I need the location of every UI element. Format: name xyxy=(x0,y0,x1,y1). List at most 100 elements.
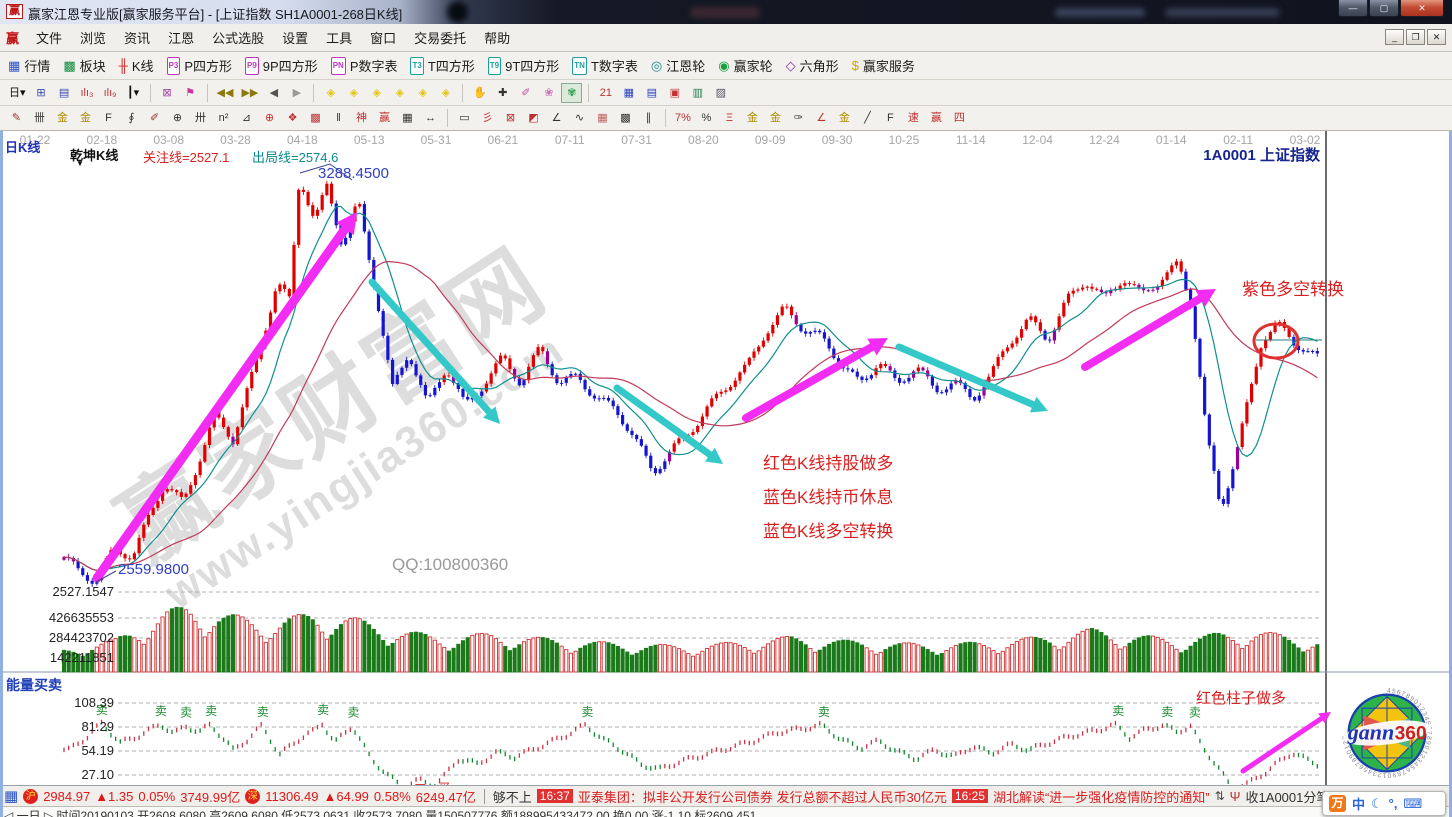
t-number-table-button[interactable]: TNT数字表 xyxy=(572,56,638,75)
winner-wheel-button[interactable]: ◉赢家轮 xyxy=(718,56,772,75)
gann-star-tool[interactable]: ❖ xyxy=(282,108,303,128)
menu-settings[interactable]: 设置 xyxy=(273,28,317,47)
winner-service-button[interactable]: $赢家服务 xyxy=(852,56,915,75)
time-marks-tool[interactable]: ‖ xyxy=(328,108,349,128)
target-circle-tool[interactable]: ⊕ xyxy=(259,108,280,128)
news-headline[interactable]: 亚泰集团：拟非公开发行公司债券 发行总额不超过人民币30亿元 xyxy=(578,787,947,806)
gold-bars-tool[interactable]: 金 xyxy=(765,108,786,128)
menu-tools[interactable]: 工具 xyxy=(317,28,361,47)
menu-help[interactable]: 帮助 xyxy=(475,28,519,47)
t9-square-button[interactable]: T99T四方形 xyxy=(488,56,560,75)
hexagon-button[interactable]: ◇六角形 xyxy=(786,56,839,75)
shen-tool[interactable]: 神 xyxy=(351,108,372,128)
four-grid-tool[interactable]: 四 xyxy=(949,108,970,128)
period-day-dropdown[interactable]: 日▾ xyxy=(6,83,29,103)
frame-tool[interactable]: ▭ xyxy=(454,108,475,128)
crosshair-button[interactable]: ✚ xyxy=(492,83,513,103)
gold-circle-tool[interactable]: 金 xyxy=(742,108,763,128)
web-grid-tool[interactable]: ▩ xyxy=(305,108,326,128)
gann-mark-button[interactable]: ⊠ xyxy=(157,83,178,103)
jump-last-button[interactable]: ▶▶ xyxy=(238,83,261,103)
minor-bars-9-button[interactable]: ılı₉ xyxy=(100,83,121,103)
jump-first-button[interactable]: ◀◀ xyxy=(214,83,237,103)
chart-window-button[interactable]: ⊞ xyxy=(31,83,52,103)
calculator-button[interactable]: ▦ xyxy=(618,83,639,103)
tally-grid-tool[interactable]: 卌 xyxy=(29,108,50,128)
square-number-tool[interactable]: n² xyxy=(213,108,234,128)
parallel-lines-tool[interactable]: ∥ xyxy=(638,108,659,128)
menu-news[interactable]: 资讯 xyxy=(115,28,159,47)
minor-bars-3-button[interactable]: ılı₃ xyxy=(77,83,98,103)
notebook-button[interactable]: ▤ xyxy=(641,83,662,103)
pencil-tool[interactable]: ✐ xyxy=(144,108,165,128)
child-restore-button[interactable]: ❐ xyxy=(1406,29,1425,45)
fine-grid-tool[interactable]: ▦ xyxy=(592,108,613,128)
strategy-tool-button[interactable]: ✾ xyxy=(561,83,582,103)
info-panel-button[interactable]: ▤ xyxy=(54,83,75,103)
close-button[interactable]: ✕ xyxy=(1400,0,1444,17)
candle-style-dropdown[interactable]: ┃▾ xyxy=(123,83,144,103)
p-square-button[interactable]: P3P四方形 xyxy=(167,56,232,75)
seven-percent-tool[interactable]: 7% xyxy=(672,108,694,128)
step-forward-button[interactable]: ▶ xyxy=(286,83,307,103)
diamond-expand-button[interactable]: ◈ xyxy=(412,83,433,103)
child-close-button[interactable]: ✕ xyxy=(1427,29,1446,45)
menu-window[interactable]: 窗口 xyxy=(361,28,405,47)
print-button[interactable]: ▨ xyxy=(710,83,731,103)
panel-period-label[interactable]: 日K线 xyxy=(5,137,40,156)
diamond-right-button[interactable]: ◈ xyxy=(343,83,364,103)
ime-method-icon[interactable]: 万 xyxy=(1329,795,1346,812)
angle-lines-tool[interactable]: ∠ xyxy=(546,108,567,128)
width-measure-tool[interactable]: ↔ xyxy=(420,108,441,128)
ying-slash-tool[interactable]: 赢 xyxy=(926,108,947,128)
market-quotes-button[interactable]: ▦行情 xyxy=(8,56,50,75)
percent-tool[interactable]: % xyxy=(696,108,717,128)
menu-file[interactable]: 文件 xyxy=(27,28,71,47)
save-button[interactable]: ▣ xyxy=(664,83,685,103)
ying-tool[interactable]: 赢 xyxy=(374,108,395,128)
child-minimize-button[interactable]: _ xyxy=(1385,29,1404,45)
maximize-button[interactable]: ▢ xyxy=(1369,0,1399,17)
minimize-button[interactable]: — xyxy=(1338,0,1368,17)
gold-channel-tool[interactable]: 金 xyxy=(75,108,96,128)
ime-punct-toggle[interactable]: °, xyxy=(1389,796,1398,811)
step-back-button[interactable]: ◀ xyxy=(263,83,284,103)
p-number-table-button[interactable]: PNP数字表 xyxy=(331,56,398,75)
news-headline[interactable]: 湖北解读“进一步强化疫情防控的通知” xyxy=(993,787,1210,806)
cycle-circle-tool[interactable]: ⊕ xyxy=(167,108,188,128)
dense-grid-tool[interactable]: ▩ xyxy=(615,108,636,128)
sector-blocks-button[interactable]: ▩板块 xyxy=(63,56,105,75)
box-cross-tool[interactable]: ⊠ xyxy=(500,108,521,128)
menu-formula-stock-picker[interactable]: 公式选股 xyxy=(203,28,273,47)
xi-levels-tool[interactable]: Ξ xyxy=(719,108,740,128)
zigzag-tool[interactable]: ∿ xyxy=(569,108,590,128)
brush-tool[interactable]: ✑ xyxy=(788,108,809,128)
tally-lines-tool[interactable]: 卅 xyxy=(190,108,211,128)
fibonacci-tool[interactable]: F xyxy=(98,108,119,128)
ime-lang-toggle[interactable]: 中 xyxy=(1352,794,1365,813)
p9-square-button[interactable]: P99P四方形 xyxy=(245,56,318,75)
spiral-tool[interactable]: ∮ xyxy=(121,108,142,128)
ime-moon-icon[interactable]: ☾ xyxy=(1371,796,1383,812)
hand-tool-button[interactable]: ✋ xyxy=(469,83,490,103)
menu-browse[interactable]: 浏览 xyxy=(71,28,115,47)
menu-trade-order[interactable]: 交易委托 xyxy=(405,28,475,47)
diamond-v-button[interactable]: ◈ xyxy=(389,83,410,103)
mind-tool-button[interactable]: ❀ xyxy=(538,83,559,103)
measure-tool-button[interactable]: ✐ xyxy=(515,83,536,103)
diamond-h-button[interactable]: ◈ xyxy=(366,83,387,103)
diamond-left-button[interactable]: ◈ xyxy=(320,83,341,103)
price-grid-tool[interactable]: ▦ xyxy=(397,108,418,128)
angle-arc-tool[interactable]: ⊿ xyxy=(236,108,257,128)
menu-gann[interactable]: 江恩 xyxy=(159,28,203,47)
kline-button[interactable]: ╫K线 xyxy=(119,56,154,75)
slope-tool[interactable]: ╱ xyxy=(857,108,878,128)
chevron-down-icon[interactable]: ▼ xyxy=(76,159,84,168)
news-scroll-spinner[interactable]: ⇅ xyxy=(1215,789,1225,803)
gann-wheel-button[interactable]: ◎江恩轮 xyxy=(651,56,705,75)
calendar-button[interactable]: 21 xyxy=(595,83,616,103)
ime-toolbar[interactable]: 万 中 ☾ °, ⌨ xyxy=(1322,791,1446,816)
speed-line-tool[interactable]: 速 xyxy=(903,108,924,128)
t-square-button[interactable]: T3T四方形 xyxy=(410,56,474,75)
fan-lines-tool[interactable]: 彡 xyxy=(477,108,498,128)
